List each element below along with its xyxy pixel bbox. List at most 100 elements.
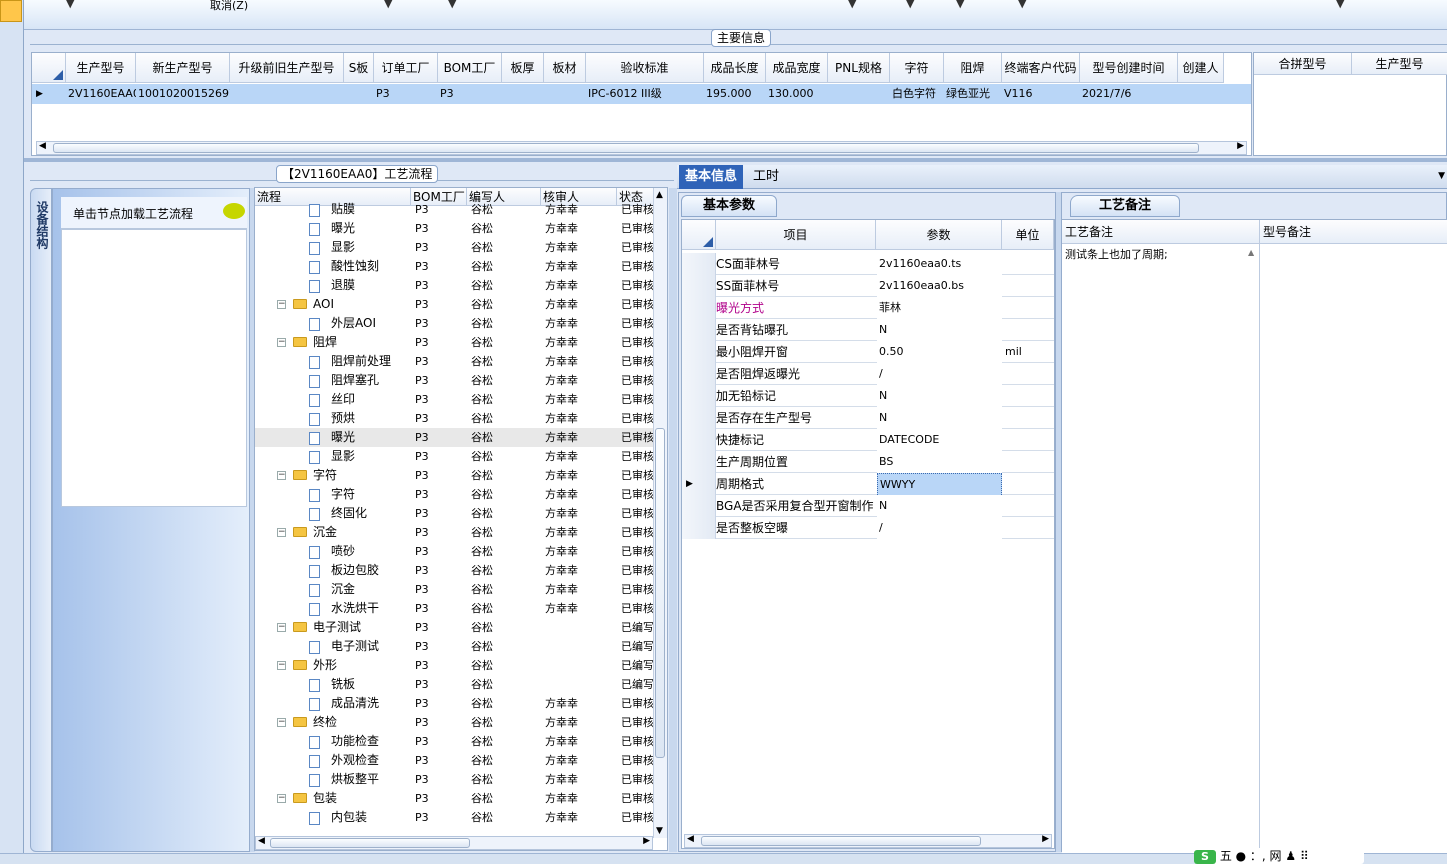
process-note-textarea[interactable]: 测试条上也加了周期; [1062,244,1260,852]
row-header[interactable] [682,319,716,341]
param-value[interactable]: DATECODE [877,429,1002,451]
main-col-header[interactable]: 创建人 [1178,53,1224,83]
dropdown-arrow-icon[interactable]: ▼ [1018,0,1026,10]
row-header[interactable] [682,341,716,363]
param-row[interactable]: ▶ 周期格式 WWYY [682,473,1054,497]
main-grid-hscrollbar[interactable]: ◀ ▶ [36,141,1247,155]
table-cell[interactable]: IPC-6012 III级 [588,84,704,104]
tab-dropdown-icon[interactable]: ▼ [1438,171,1445,181]
dropdown-arrow-icon[interactable]: ▼ [1336,0,1344,10]
main-col-header[interactable]: BOM工厂 [438,53,502,83]
main-col-header[interactable]: PNL规格 [828,53,890,83]
tree-node[interactable]: 预烘 P3 谷松 方幸幸 已审核 [255,409,655,428]
scroll-up-icon[interactable]: ▲ [656,190,663,200]
main-col-header[interactable]: 型号创建时间 [1080,53,1178,83]
merge-col-header[interactable]: 合拼型号 [1254,53,1352,75]
tree-node[interactable]: 显影 P3 谷松 方幸幸 已审核 [255,238,655,257]
param-unit[interactable]: mil [1003,341,1053,363]
tree-node[interactable]: 外层AOI P3 谷松 方幸幸 已审核 [255,314,655,333]
main-col-header[interactable]: 新生产型号 [136,53,230,83]
row-header[interactable] [682,407,716,429]
flow-hscrollbar[interactable]: ◀ ▶ [255,836,653,850]
row-header[interactable] [682,451,716,473]
param-value[interactable]: / [877,363,1002,385]
scroll-thumb[interactable] [701,836,981,846]
table-cell[interactable]: 130.000 [768,84,828,104]
tree-node[interactable]: − 终检 P3 谷松 方幸幸 已审核 [255,713,655,732]
main-col-header[interactable]: 订单工厂 [374,53,438,83]
table-cell[interactable]: 2021/7/6 [1082,84,1178,104]
table-cell[interactable]: P3 [440,84,502,104]
param-row[interactable]: 快捷标记 DATECODE [682,429,1054,451]
table-cell[interactable] [546,84,586,104]
tab-basic-params[interactable]: 基本参数 [681,195,777,217]
param-value[interactable]: 2v1160eaa0.ts [877,253,1002,275]
tree-node[interactable]: 内包装 P3 谷松 方幸幸 已审核 [255,808,655,827]
scroll-right-icon[interactable]: ▶ [643,836,650,846]
dropdown-arrow-icon[interactable]: ▼ [384,0,392,10]
param-value[interactable]: WWYY [877,473,1002,497]
param-value[interactable]: 2v1160eaa0.bs [877,275,1002,297]
scroll-thumb[interactable] [270,838,470,848]
row-header[interactable] [682,495,716,517]
collapse-icon[interactable]: − [277,623,286,632]
left-edge-tab[interactable] [0,0,22,22]
param-row[interactable]: 曝光方式 菲林 [682,297,1054,319]
tree-node[interactable]: 电子测试 P3 谷松 已编写 [255,637,655,656]
tree-node[interactable]: − 外形 P3 谷松 已编写 [255,656,655,675]
main-col-header[interactable]: 板厚 [502,53,544,83]
tree-node[interactable]: 终固化 P3 谷松 方幸幸 已审核 [255,504,655,523]
row-header[interactable]: ▶ [682,473,716,495]
tree-node[interactable]: − 电子测试 P3 谷松 已编写 [255,618,655,637]
tree-node[interactable]: 功能检查 P3 谷松 方幸幸 已审核 [255,732,655,751]
remarks-col-header[interactable]: 型号备注 [1260,220,1447,244]
dropdown-arrow-icon[interactable]: ▼ [66,0,74,10]
params-hscrollbar[interactable]: ◀ ▶ [684,834,1052,848]
tree-node[interactable]: − 字符 P3 谷松 方幸幸 已审核 [255,466,655,485]
param-value[interactable]: 菲林 [877,297,1002,319]
table-cell[interactable]: 绿色亚光 [946,84,1002,104]
tree-node[interactable]: 贴膜 P3 谷松 方幸幸 已审核 [255,200,655,219]
table-cell[interactable] [232,84,344,104]
param-row[interactable]: 是否背钻曝孔 N [682,319,1054,341]
collapse-icon[interactable]: − [277,794,286,803]
table-cell[interactable]: 10010200152697 [138,84,230,104]
scroll-right-icon[interactable]: ▶ [1042,834,1049,844]
collapse-icon[interactable]: − [277,300,286,309]
collapse-icon[interactable]: − [277,528,286,537]
tab-basic-info[interactable]: 基本信息 [679,165,744,189]
tree-node[interactable]: 阻焊塞孔 P3 谷松 方幸幸 已审核 [255,371,655,390]
dropdown-arrow-icon[interactable]: ▼ [848,0,856,10]
table-cell[interactable]: 195.000 [706,84,766,104]
remarks-col-header[interactable]: 工艺备注 [1062,220,1260,244]
table-cell[interactable] [830,84,890,104]
tree-node[interactable]: − 包装 P3 谷松 方幸幸 已审核 [255,789,655,808]
tab-process-remarks[interactable]: 工艺备注 [1070,195,1180,217]
grid-corner[interactable] [682,220,716,250]
grid-corner[interactable] [32,53,66,83]
main-col-header[interactable]: 升级前旧生产型号 [230,53,344,83]
param-row[interactable]: 最小阻焊开窗 0.50 mil [682,341,1054,363]
main-col-header[interactable]: 终端客户代码 [1002,53,1080,83]
scroll-up-icon[interactable]: ▲ [1248,248,1254,257]
flow-vscrollbar[interactable]: ▲ ▼ [653,188,667,838]
table-cell[interactable]: P3 [376,84,438,104]
collapse-icon[interactable]: − [277,718,286,727]
tree-node[interactable]: 酸性蚀刻 P3 谷松 方幸幸 已审核 [255,257,655,276]
table-cell[interactable] [346,84,374,104]
tree-node[interactable]: 阻焊前处理 P3 谷松 方幸幸 已审核 [255,352,655,371]
table-cell[interactable] [504,84,544,104]
param-row[interactable]: SS面菲林号 2v1160eaa0.bs [682,275,1054,297]
param-value[interactable]: BS [877,451,1002,473]
row-header[interactable] [682,253,716,275]
main-col-header[interactable]: 成品宽度 [766,53,828,83]
main-col-header[interactable]: S板 [344,53,374,83]
params-col-header[interactable]: 单位 [1002,220,1054,250]
param-row[interactable]: 是否阻焊返曝光 / [682,363,1054,385]
param-value[interactable]: 0.50 [877,341,1002,363]
param-row[interactable]: CS面菲林号 2v1160eaa0.ts [682,253,1054,275]
scroll-thumb[interactable] [53,143,1199,153]
scroll-left-icon[interactable]: ◀ [258,836,265,846]
param-row[interactable]: 是否整板空曝 / [682,517,1054,539]
tree-node[interactable]: 沉金 P3 谷松 方幸幸 已审核 [255,580,655,599]
